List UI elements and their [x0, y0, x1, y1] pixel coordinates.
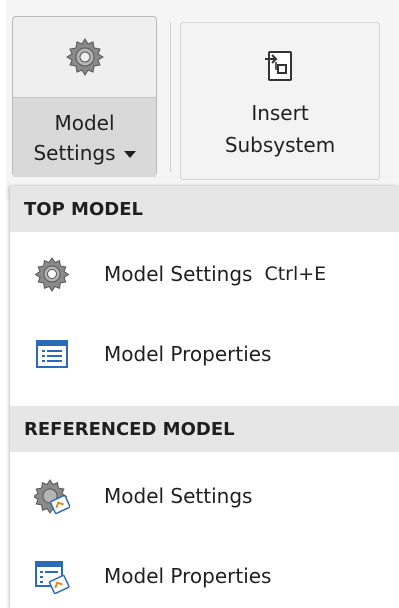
- menu-item-label: Model Settings: [104, 262, 253, 286]
- menu-item-top-model-properties[interactable]: Model Properties: [10, 326, 399, 382]
- properties-icon: [36, 340, 68, 368]
- toolstrip-separator: [170, 22, 171, 172]
- insert-subsystem-label-line2: Subsystem: [224, 133, 336, 157]
- menu-item-referenced-model-properties[interactable]: Model Properties: [10, 548, 399, 604]
- referenced-gear-icon: [34, 479, 70, 514]
- gear-icon: [34, 257, 70, 292]
- insert-subsystem-label-line1: Insert: [251, 101, 309, 125]
- caret-down-icon: [123, 150, 136, 158]
- model-settings-label-line1: Model: [54, 110, 115, 135]
- subsystem-icon: [265, 51, 292, 81]
- menu-item-shortcut: Ctrl+E: [264, 263, 327, 285]
- referenced-properties-icon: [35, 561, 70, 594]
- model-settings-dropdown-arrow[interactable]: Model Settings: [13, 97, 156, 177]
- gear-icon: [65, 38, 104, 76]
- menu-section-header-referenced-model: REFERENCED MODEL: [10, 406, 399, 452]
- toolstrip-edge: [0, 0, 6, 608]
- model-settings-button-top[interactable]: [13, 17, 156, 97]
- menu-section-header-top-model: TOP MODEL: [10, 186, 399, 232]
- model-settings-split-button[interactable]: Model Settings: [12, 16, 157, 177]
- model-settings-label-line2: Settings: [33, 140, 116, 165]
- menu-item-label: Model Properties: [104, 564, 272, 588]
- model-settings-menu: TOP MODEL Model Settings Ctrl+E Model Pr…: [10, 186, 399, 608]
- menu-item-top-model-settings[interactable]: Model Settings Ctrl+E: [10, 246, 399, 302]
- menu-item-referenced-model-settings[interactable]: Model Settings: [10, 468, 399, 524]
- insert-subsystem-button[interactable]: Insert Subsystem: [180, 22, 380, 180]
- menu-item-label: Model Properties: [104, 342, 272, 366]
- menu-item-label: Model Settings: [104, 484, 253, 508]
